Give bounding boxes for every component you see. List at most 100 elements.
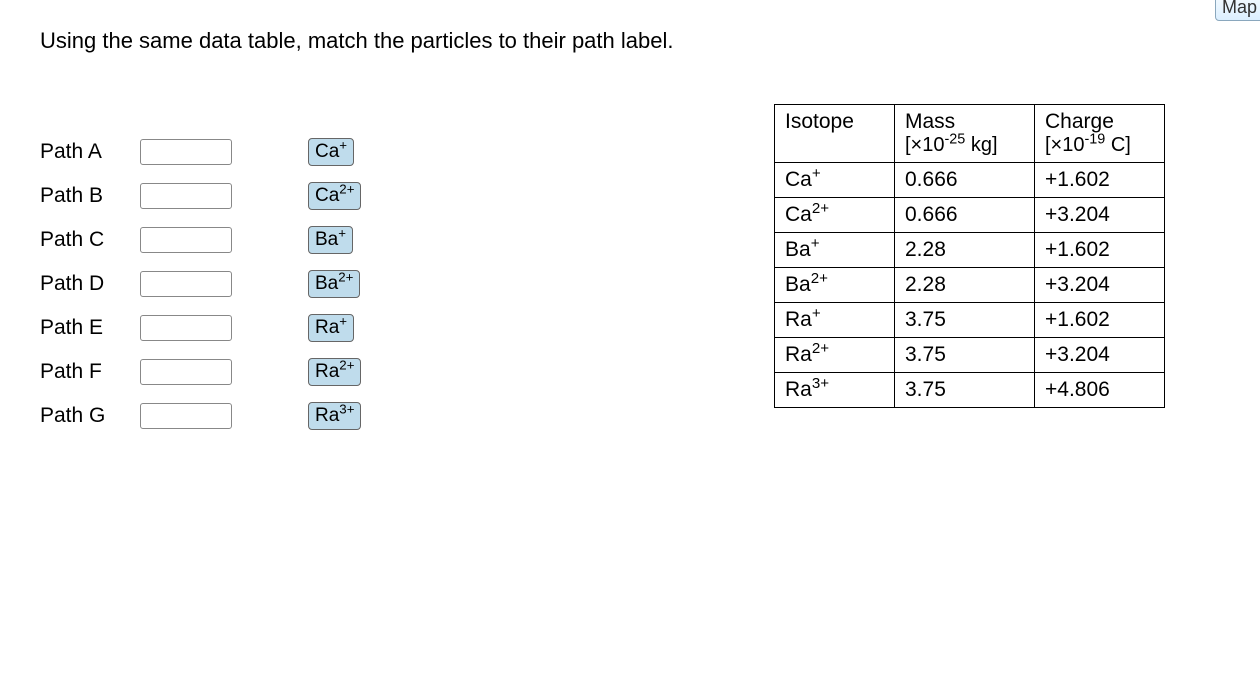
ion-base: Ca [315, 141, 339, 162]
cell-charge: +3.204 [1035, 198, 1165, 233]
ion-charge: 2+ [339, 358, 354, 373]
mass-unit-pre: [×10 [905, 134, 944, 156]
cell-isotope: Ra2+ [775, 338, 895, 373]
isotope-base: Ra [785, 343, 812, 366]
cell-mass: 3.75 [895, 303, 1035, 338]
ion-base: Ra [315, 317, 339, 338]
isotope-base: Ra [785, 378, 812, 401]
cell-isotope: Ba2+ [775, 268, 895, 303]
ion-charge: 2+ [338, 270, 353, 285]
path-row: Path A [40, 130, 232, 174]
table-row: Ba+2.28+1.602 [775, 233, 1165, 268]
drop-slot[interactable] [140, 403, 232, 429]
isotope-base: Ca [785, 203, 812, 226]
header-isotope: Isotope [775, 105, 895, 163]
path-label: Path C [40, 228, 140, 252]
path-label: Path F [40, 360, 140, 384]
cell-isotope: Ra+ [775, 303, 895, 338]
cell-mass: 0.666 [895, 198, 1035, 233]
ion-token[interactable]: Ba2+ [308, 270, 360, 298]
drop-slot[interactable] [140, 139, 232, 165]
cell-mass: 3.75 [895, 338, 1035, 373]
charge-unit-pre: [×10 [1045, 134, 1084, 156]
paths-column: Path A Path B Path C Path D Path E Path F Path… [40, 130, 232, 438]
path-label: Path E [40, 316, 140, 340]
path-label: Path B [40, 184, 140, 208]
mass-unit-exp: -25 [944, 131, 965, 147]
cell-isotope: Ca2+ [775, 198, 895, 233]
cell-mass: 2.28 [895, 268, 1035, 303]
header-mass: Mass [×10-25 kg] [895, 105, 1035, 163]
path-row: Path D [40, 262, 232, 306]
path-row: Path G [40, 394, 232, 438]
ion-charge: + [339, 314, 347, 329]
charge-unit-post: C] [1105, 134, 1131, 156]
ion-token[interactable]: Ra2+ [308, 358, 361, 386]
ion-token[interactable]: Ba+ [308, 226, 353, 254]
ion-token[interactable]: Ca2+ [308, 182, 361, 210]
drop-slot[interactable] [140, 359, 232, 385]
cell-charge: +4.806 [1035, 373, 1165, 408]
isotope-base: Ca [785, 168, 812, 191]
cell-mass: 2.28 [895, 233, 1035, 268]
drop-slot[interactable] [140, 227, 232, 253]
drop-slot[interactable] [140, 315, 232, 341]
header-charge: Charge [×10-19 C] [1035, 105, 1165, 163]
table-row: Ca+0.666+1.602 [775, 163, 1165, 198]
cell-charge: +1.602 [1035, 163, 1165, 198]
ion-base: Ra [315, 405, 339, 426]
mass-unit-post: kg] [965, 134, 997, 156]
isotope-base: Ra [785, 308, 812, 331]
isotope-base: Ba [785, 273, 811, 296]
ion-token[interactable]: Ra+ [308, 314, 354, 342]
path-row: Path E [40, 306, 232, 350]
header-mass-unit: [×10-25 kg] [905, 134, 1024, 157]
charge-unit-exp: -19 [1084, 131, 1105, 147]
path-row: Path F [40, 350, 232, 394]
isotope-charge: 2+ [812, 340, 829, 357]
cell-charge: +1.602 [1035, 233, 1165, 268]
question-prompt: Using the same data table, match the par… [40, 28, 673, 54]
cell-mass: 3.75 [895, 373, 1035, 408]
path-label: Path G [40, 404, 140, 428]
isotope-charge: + [812, 165, 821, 182]
map-button[interactable]: Map [1215, 0, 1260, 21]
path-row: Path B [40, 174, 232, 218]
ion-charge: + [338, 226, 346, 241]
ion-charge: 3+ [339, 402, 354, 417]
isotope-charge: + [812, 305, 821, 322]
cell-isotope: Ca+ [775, 163, 895, 198]
isotope-charge: 2+ [811, 270, 828, 287]
header-charge-unit: [×10-19 C] [1045, 134, 1154, 157]
header-charge-title: Charge [1045, 110, 1114, 133]
isotope-charge: 3+ [812, 375, 829, 392]
cell-charge: +1.602 [1035, 303, 1165, 338]
page: Map Using the same data table, match the… [0, 0, 1260, 678]
ion-token[interactable]: Ra3+ [308, 402, 361, 430]
tokens-column: Ca+Ca2+Ba+Ba2+Ra+Ra2+Ra3+ [308, 138, 361, 446]
cell-isotope: Ba+ [775, 233, 895, 268]
table-row: Ba2+2.28+3.204 [775, 268, 1165, 303]
header-mass-title: Mass [905, 110, 955, 133]
cell-charge: +3.204 [1035, 338, 1165, 373]
table-row: Ra3+3.75+4.806 [775, 373, 1165, 408]
cell-isotope: Ra3+ [775, 373, 895, 408]
isotope-base: Ba [785, 238, 811, 261]
path-label: Path A [40, 140, 140, 164]
ion-base: Ba [315, 229, 338, 250]
ion-token[interactable]: Ca+ [308, 138, 354, 166]
table-body: Ca+0.666+1.602Ca2+0.666+3.204Ba+2.28+1.6… [775, 163, 1165, 408]
ion-base: Ra [315, 361, 339, 382]
cell-charge: +3.204 [1035, 268, 1165, 303]
isotope-data-table: Isotope Mass [×10-25 kg] Charge [×10-19 … [774, 104, 1165, 408]
ion-base: Ba [315, 273, 338, 294]
table-row: Ra2+3.75+3.204 [775, 338, 1165, 373]
isotope-charge: + [811, 235, 820, 252]
drop-slot[interactable] [140, 183, 232, 209]
table-row: Ra+3.75+1.602 [775, 303, 1165, 338]
path-row: Path C [40, 218, 232, 262]
drop-slot[interactable] [140, 271, 232, 297]
ion-charge: + [339, 138, 347, 153]
isotope-charge: 2+ [812, 200, 829, 217]
ion-charge: 2+ [339, 182, 354, 197]
